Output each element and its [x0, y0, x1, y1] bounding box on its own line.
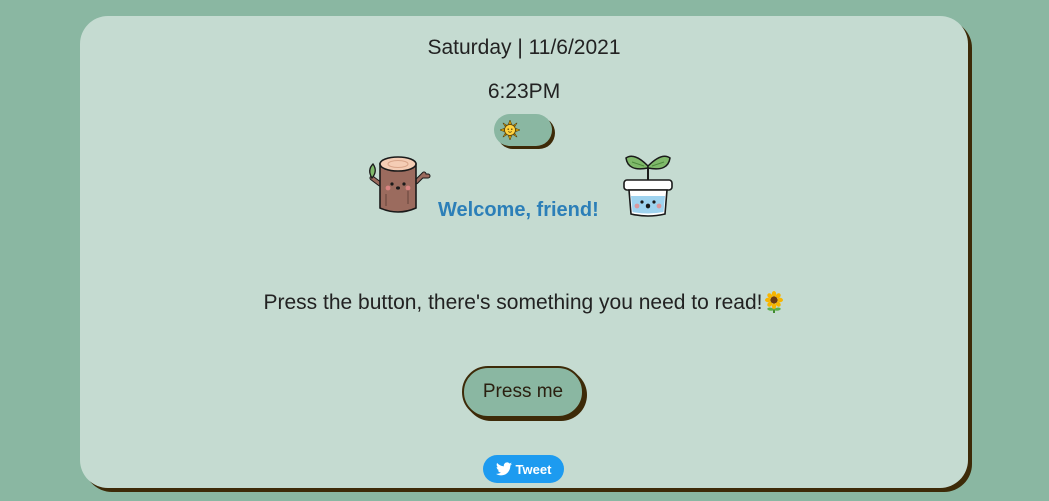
press-me-button[interactable]: Press me	[462, 366, 584, 418]
tweet-button[interactable]: Tweet	[483, 455, 564, 483]
theme-toggle[interactable]	[494, 114, 552, 146]
sunflower-icon	[764, 291, 783, 313]
message-label: Press the button, there's something you …	[263, 291, 763, 314]
sun-icon	[500, 120, 520, 140]
tree-stump-icon	[369, 156, 431, 213]
potted-sprout-icon	[623, 155, 673, 217]
tweet-label: Tweet	[515, 461, 552, 477]
main-card: Saturday | 11/6/2021 6:23PM Welcome, fri…	[80, 16, 968, 488]
time-display: 6:23PM	[487, 80, 561, 103]
message-text: Press the button, there's something you …	[80, 291, 968, 315]
welcome-heading: Welcome, friend!	[438, 199, 599, 221]
date-display: Saturday | 11/6/2021	[427, 36, 621, 59]
twitter-bird-icon	[495, 462, 512, 476]
